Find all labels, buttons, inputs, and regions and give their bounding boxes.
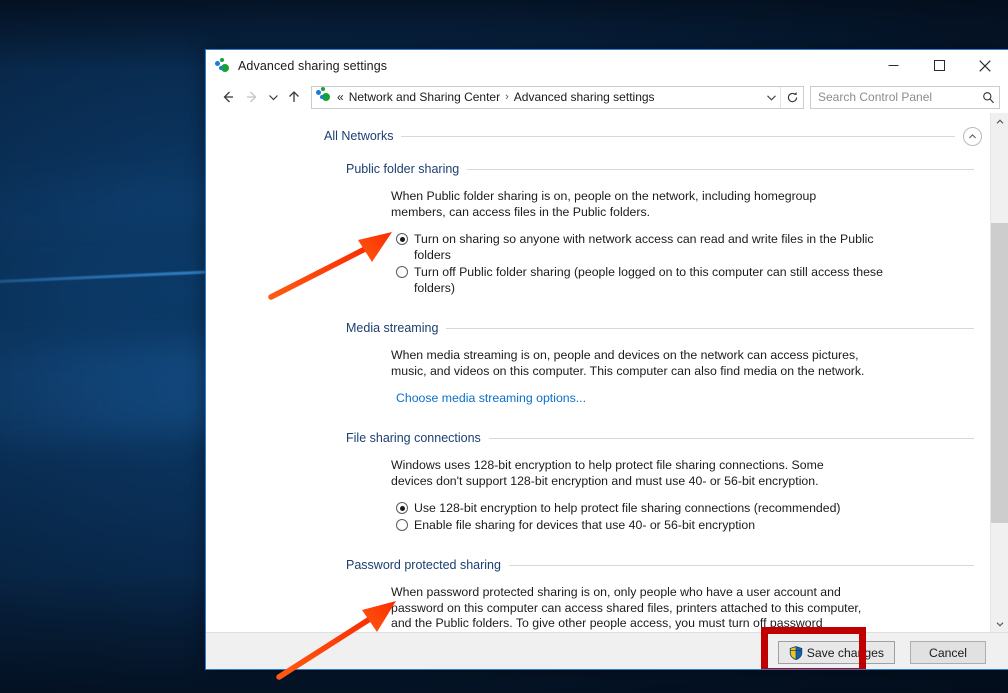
section-header-file-sharing-connections: File sharing connections xyxy=(206,427,990,449)
content-area: . All Networks Public f xyxy=(206,113,1008,632)
radio-label: Enable file sharing for devices that use… xyxy=(414,518,756,532)
section-divider xyxy=(446,327,974,329)
window-controls xyxy=(870,50,1008,81)
media-streaming-link-row: Choose media streaming options... xyxy=(206,389,990,407)
address-bar[interactable]: « Network and Sharing Center › Advanced … xyxy=(311,85,804,109)
radio-row[interactable]: Turn off Public folder sharing (people l… xyxy=(396,264,990,296)
radio-turn-off-public-sharing[interactable] xyxy=(396,266,408,278)
group-all-networks-label: All Networks xyxy=(324,129,394,143)
section-title: Media streaming xyxy=(346,321,439,335)
search-icon[interactable] xyxy=(977,91,999,104)
radio-label: Turn on sharing so anyone with network a… xyxy=(414,232,874,262)
refresh-icon[interactable] xyxy=(780,86,803,108)
chevron-down-icon[interactable] xyxy=(762,87,780,108)
radio-label: Use 128-bit encryption to help protect f… xyxy=(414,501,841,515)
cancel-label: Cancel xyxy=(929,645,967,660)
breadcrumb-overflow[interactable]: « xyxy=(337,90,344,104)
search-control-panel-box[interactable]: Search Control Panel xyxy=(810,85,1000,109)
public-folder-sharing-options: Turn on sharing so anyone with network a… xyxy=(206,231,990,296)
radio-row[interactable]: Enable file sharing for devices that use… xyxy=(396,517,990,533)
window-title: Advanced sharing settings xyxy=(238,58,388,73)
forward-button[interactable] xyxy=(240,85,264,109)
back-button[interactable] xyxy=(216,85,240,109)
save-changes-button[interactable]: Save changes xyxy=(777,641,895,664)
section-title: Password protected sharing xyxy=(346,558,501,572)
scroll-down-arrow-icon[interactable] xyxy=(991,615,1008,632)
scroll-thumb[interactable] xyxy=(991,223,1008,523)
breadcrumb-separator: › xyxy=(505,91,509,103)
up-button[interactable] xyxy=(282,85,306,109)
radio-use-128-bit-encryption[interactable] xyxy=(396,502,408,514)
chevron-up-circle-icon[interactable] xyxy=(963,126,982,146)
breadcrumb-item-advanced-sharing-settings[interactable]: Advanced sharing settings xyxy=(514,90,655,104)
save-changes-label: Save changes xyxy=(806,645,884,660)
section-title: Public folder sharing xyxy=(346,162,460,176)
section-header-public-folder-sharing: Public folder sharing xyxy=(206,158,990,180)
uac-shield-icon xyxy=(789,645,803,660)
section-description: Windows uses 128-bit encryption to help … xyxy=(391,458,824,488)
section-description: When password protected sharing is on, o… xyxy=(391,585,862,632)
radio-row[interactable]: Turn on sharing so anyone with network a… xyxy=(396,231,990,263)
section-header-media-streaming: Media streaming xyxy=(206,317,990,339)
save-changes-wrapper: Save changes xyxy=(760,627,895,669)
radio-enable-40-or-56-bit-encryption[interactable] xyxy=(396,519,408,531)
vertical-scrollbar[interactable] xyxy=(990,113,1008,632)
minimize-button[interactable] xyxy=(870,50,916,81)
title-bar[interactable]: Advanced sharing settings xyxy=(206,50,1008,81)
recent-locations-button[interactable] xyxy=(264,85,282,109)
section-divider xyxy=(467,168,974,170)
section-description: When media streaming is on, people and d… xyxy=(391,348,865,378)
network-sharing-icon xyxy=(215,57,231,74)
section-description: When Public folder sharing is on, people… xyxy=(391,189,817,219)
navigation-bar: « Network and Sharing Center › Advanced … xyxy=(206,81,1008,113)
maximize-button[interactable] xyxy=(916,50,962,81)
scroll-up-arrow-icon[interactable] xyxy=(991,113,1008,130)
breadcrumb-network-icon xyxy=(316,86,332,108)
section-divider xyxy=(508,564,974,566)
search-input[interactable]: Search Control Panel xyxy=(811,90,977,104)
section-title: File sharing connections xyxy=(346,431,481,445)
advanced-sharing-settings-window: Advanced sharing settings « Network and … xyxy=(205,49,1008,670)
settings-scroll-region: . All Networks Public f xyxy=(206,113,990,632)
section-header-password-protected-sharing: Password protected sharing xyxy=(206,554,990,576)
close-button[interactable] xyxy=(962,50,1008,81)
section-divider xyxy=(488,437,974,439)
cancel-button[interactable]: Cancel xyxy=(910,641,986,664)
radio-label: Turn off Public folder sharing (people l… xyxy=(414,265,883,295)
choose-media-streaming-options-link[interactable]: Choose media streaming options... xyxy=(396,391,586,405)
file-sharing-connections-options: Use 128-bit encryption to help protect f… xyxy=(206,500,990,533)
group-all-networks[interactable]: All Networks xyxy=(206,125,990,147)
group-divider xyxy=(401,135,955,137)
breadcrumb-item-network-and-sharing-center[interactable]: Network and Sharing Center xyxy=(349,90,500,104)
radio-turn-on-public-sharing[interactable] xyxy=(396,233,408,245)
breadcrumb: « Network and Sharing Center › Advanced … xyxy=(337,90,762,104)
dialog-button-bar: Save changes Cancel xyxy=(206,627,1008,669)
radio-row[interactable]: Use 128-bit encryption to help protect f… xyxy=(396,500,990,516)
